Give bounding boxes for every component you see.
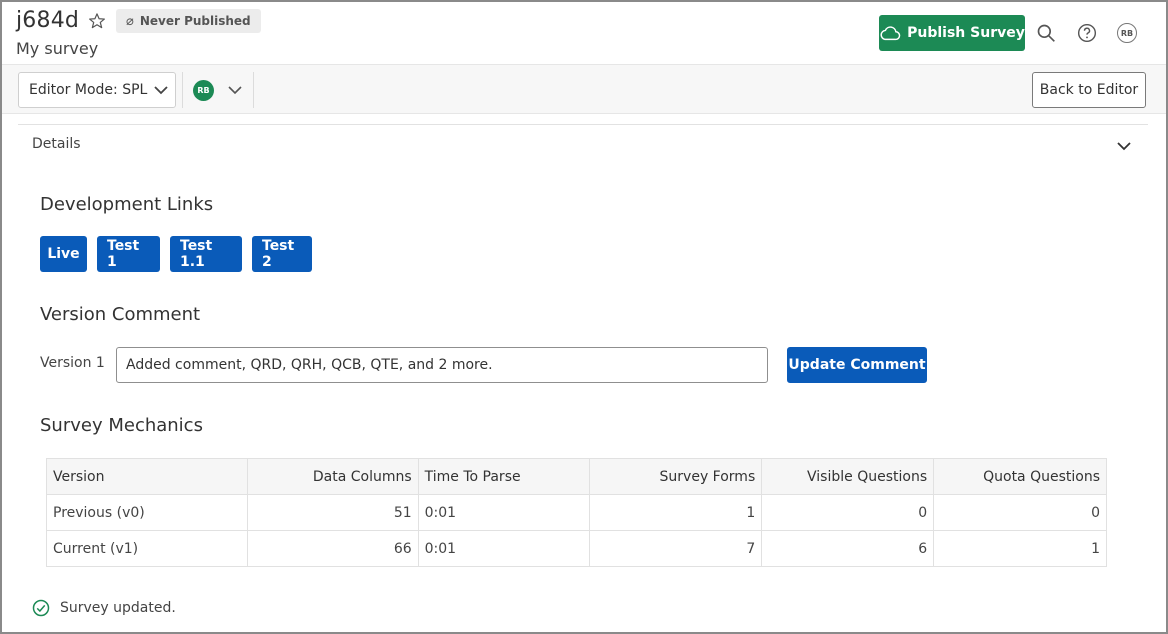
link-live-button[interactable]: Live bbox=[40, 236, 87, 272]
chevron-down-icon[interactable] bbox=[1116, 139, 1132, 153]
survey-mechanics-title: Survey Mechanics bbox=[40, 415, 203, 436]
table-cell: 66 bbox=[246, 530, 419, 567]
table-cell: 51 bbox=[246, 494, 419, 531]
version-comment-input[interactable] bbox=[116, 347, 768, 383]
publish-survey-label: Publish Survey bbox=[907, 25, 1025, 41]
table-cell: Current (v1) bbox=[46, 530, 248, 567]
check-circle-icon bbox=[32, 599, 50, 617]
cloud-icon bbox=[880, 26, 901, 41]
editor-mode-dropdown[interactable]: Editor Mode: SPL bbox=[18, 72, 176, 108]
table-cell: 1 bbox=[589, 494, 763, 531]
table-row: Previous (v0) 51 0:01 1 0 0 bbox=[46, 494, 1107, 531]
column-header: Version bbox=[46, 458, 248, 495]
table-cell: 7 bbox=[589, 530, 763, 567]
publish-status-badge: ⌀ Never Published bbox=[116, 9, 261, 33]
table-header-row: Version Data Columns Time To Parse Surve… bbox=[46, 458, 1107, 495]
app-window: j684d ⌀ Never Published My survey Publis… bbox=[0, 0, 1168, 634]
help-icon[interactable] bbox=[1077, 23, 1097, 43]
chevron-down-icon bbox=[154, 86, 168, 95]
publish-survey-button[interactable]: Publish Survey bbox=[879, 15, 1025, 51]
table-cell: 0:01 bbox=[417, 530, 591, 567]
toolbar-divider bbox=[253, 72, 254, 108]
table-cell: 1 bbox=[933, 530, 1107, 567]
collaborator-avatar[interactable]: RB bbox=[193, 80, 214, 101]
star-icon[interactable] bbox=[88, 12, 106, 30]
status-text: Survey updated. bbox=[60, 600, 176, 616]
version-label: Version 1 bbox=[40, 355, 105, 371]
column-header: Survey Forms bbox=[589, 458, 763, 495]
details-toggle-label[interactable]: Details bbox=[32, 136, 81, 152]
toolbar-divider bbox=[182, 72, 183, 108]
not-published-icon: ⌀ bbox=[126, 13, 134, 29]
details-divider bbox=[18, 124, 1148, 125]
table-cell: Previous (v0) bbox=[46, 494, 248, 531]
survey-mechanics-table: Version Data Columns Time To Parse Surve… bbox=[46, 458, 1107, 567]
table-cell: 0 bbox=[761, 494, 935, 531]
update-comment-button[interactable]: Update Comment bbox=[787, 347, 927, 383]
development-links-title: Development Links bbox=[40, 194, 214, 215]
editor-mode-label: Editor Mode: SPL bbox=[29, 82, 148, 98]
search-icon[interactable] bbox=[1036, 23, 1056, 43]
column-header: Data Columns bbox=[246, 458, 419, 495]
survey-header: j684d ⌀ Never Published My survey Publis… bbox=[2, 2, 1166, 64]
back-to-editor-button[interactable]: Back to Editor bbox=[1032, 72, 1146, 108]
column-header: Quota Questions bbox=[933, 458, 1107, 495]
development-links: Live Test 1 Test 1.1 Test 2 bbox=[40, 236, 312, 272]
user-avatar[interactable]: RB bbox=[1117, 23, 1137, 43]
column-header: Time To Parse bbox=[417, 458, 591, 495]
link-test-2-button[interactable]: Test 2 bbox=[252, 236, 312, 272]
table-row: Current (v1) 66 0:01 7 6 1 bbox=[46, 530, 1107, 567]
version-comment-title: Version Comment bbox=[40, 304, 201, 325]
publish-status-text: Never Published bbox=[139, 14, 251, 28]
status-message: Survey updated. bbox=[32, 599, 176, 617]
survey-id: j684d bbox=[16, 8, 80, 33]
chevron-down-icon[interactable] bbox=[227, 83, 243, 97]
table-cell: 0:01 bbox=[417, 494, 591, 531]
table-cell: 6 bbox=[761, 530, 935, 567]
column-header: Visible Questions bbox=[761, 458, 935, 495]
survey-name: My survey bbox=[16, 39, 99, 58]
link-test-1-button[interactable]: Test 1 bbox=[97, 236, 160, 272]
link-test-1-1-button[interactable]: Test 1.1 bbox=[170, 236, 242, 272]
toolbar: Editor Mode: SPL RB Back to Editor bbox=[2, 64, 1166, 114]
table-cell: 0 bbox=[933, 494, 1107, 531]
